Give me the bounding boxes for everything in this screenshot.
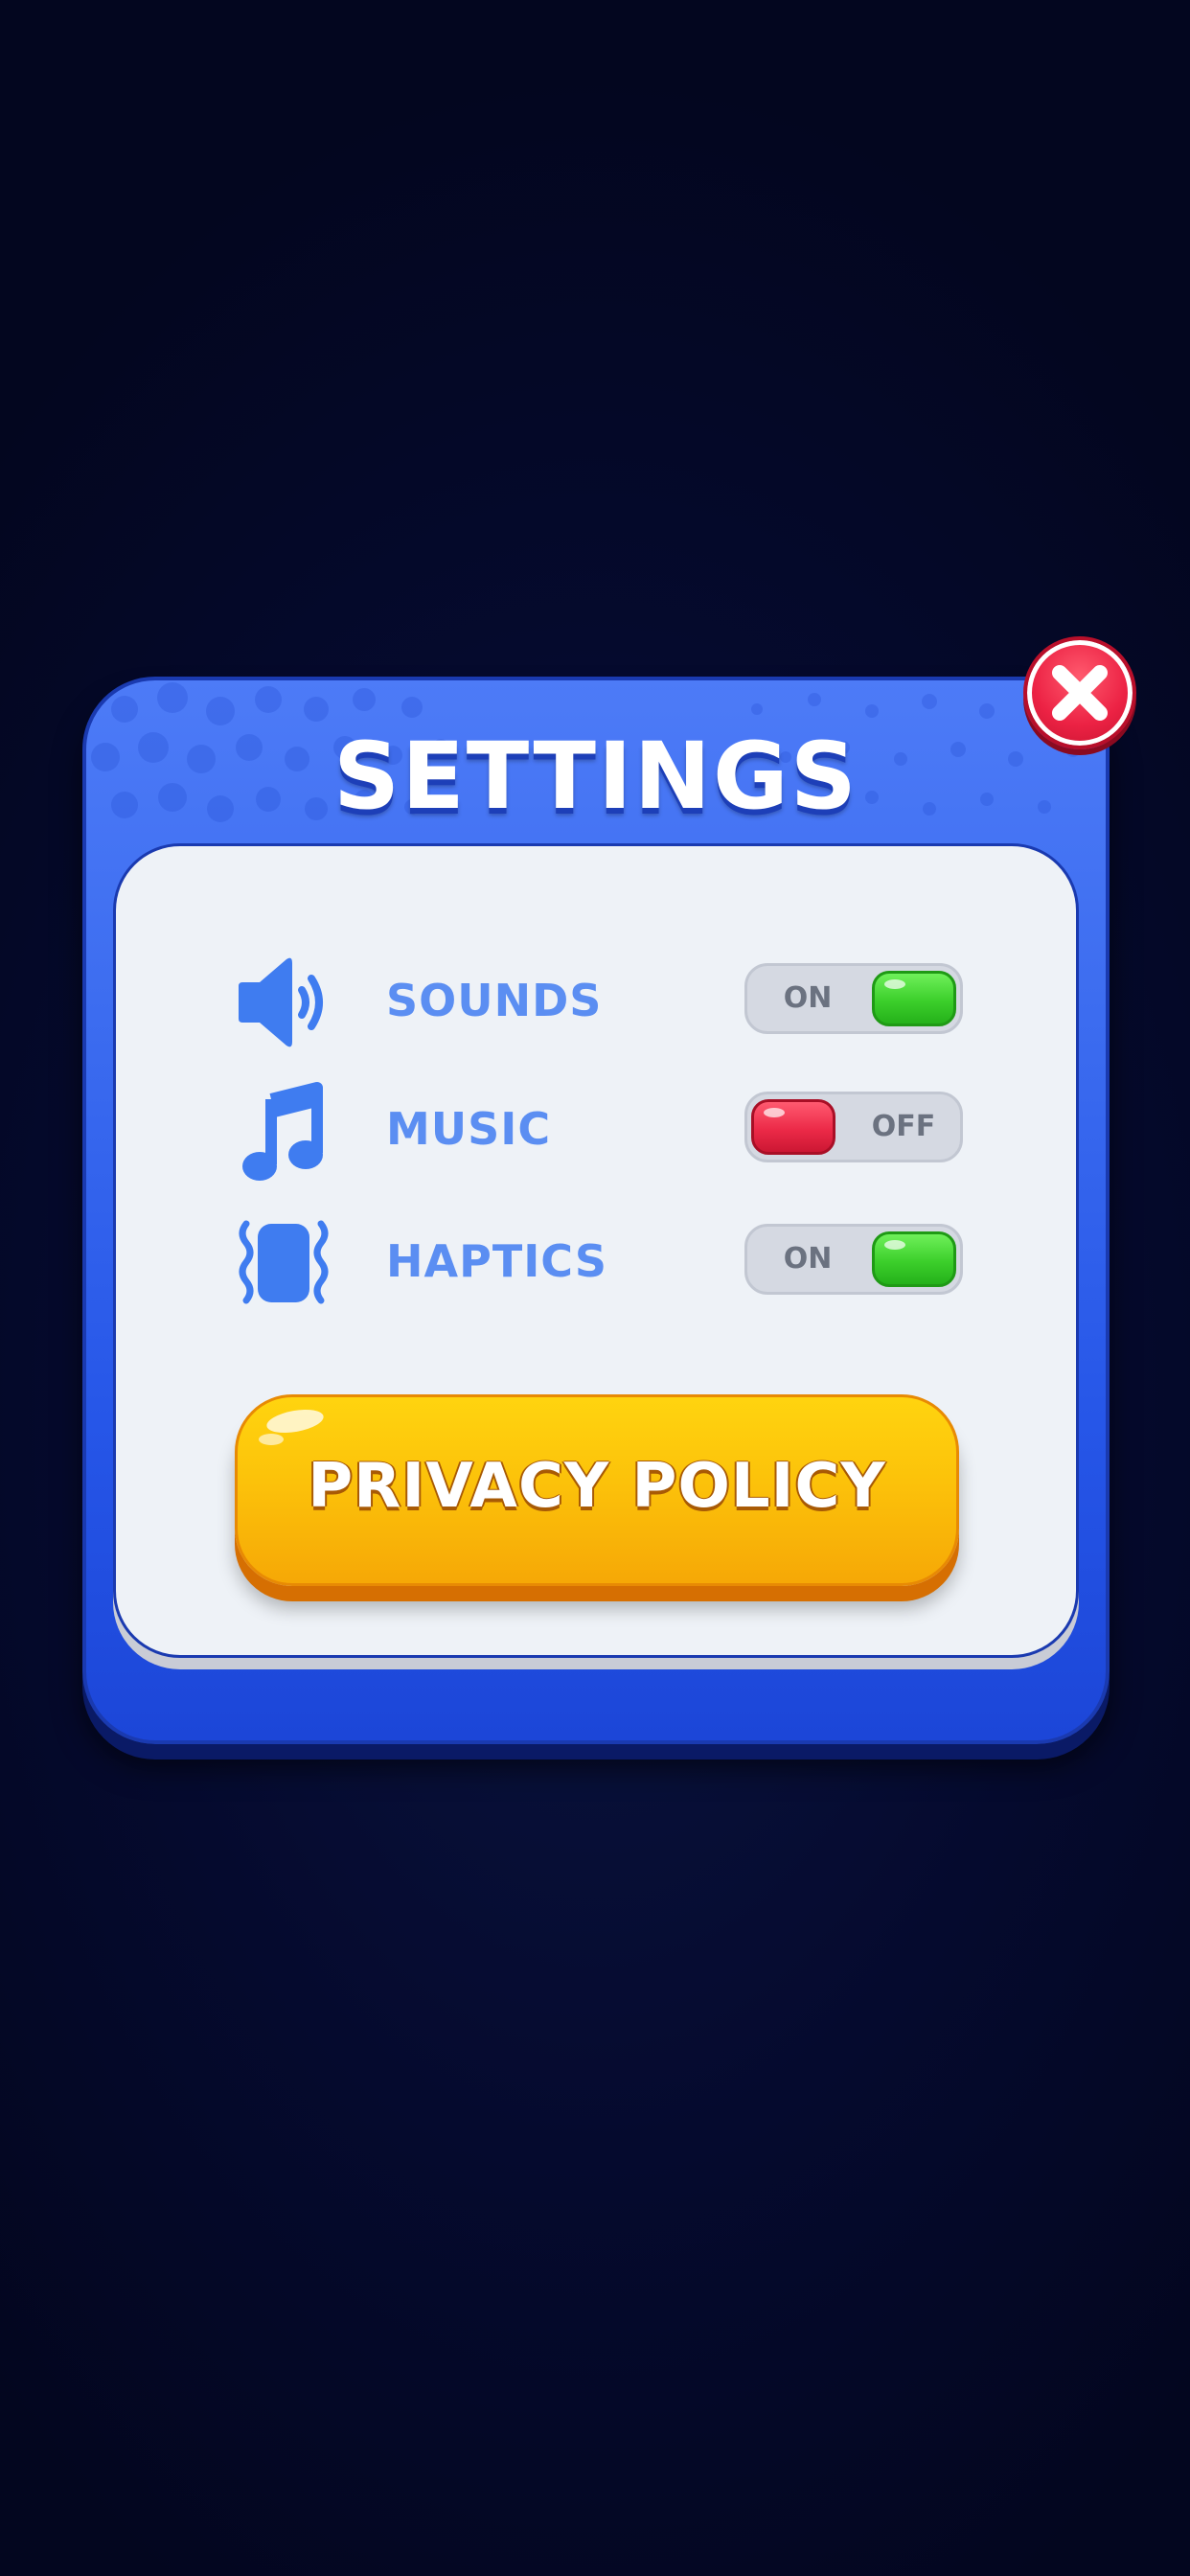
setting-label-sounds: SOUNDS: [386, 975, 603, 1026]
privacy-policy-label: PRIVACY POLICY: [308, 1451, 886, 1522]
button-shine: [259, 1434, 284, 1445]
setting-row-sounds: SOUNDS ON: [116, 950, 1076, 1055]
dialog-title: SETTINGS: [333, 723, 858, 830]
setting-row-music: MUSIC OFF: [116, 1078, 1076, 1184]
sounds-toggle[interactable]: ON: [744, 963, 963, 1034]
vibration-icon: [231, 1210, 336, 1316]
button-shine: [264, 1405, 326, 1438]
toggle-knob: [872, 1231, 956, 1287]
toggle-knob: [751, 1099, 835, 1155]
toggle-state-text: OFF: [871, 1110, 936, 1143]
speaker-icon: [231, 950, 336, 1055]
close-button[interactable]: [1023, 636, 1136, 749]
toggle-state-text: ON: [783, 1242, 833, 1276]
toggle-knob: [872, 971, 956, 1026]
settings-panel: SOUNDS ON MUSIC OFF HAPTICS ON PRIVACY P…: [113, 843, 1079, 1658]
setting-label-haptics: HAPTICS: [386, 1235, 608, 1287]
setting-label-music: MUSIC: [386, 1103, 552, 1155]
haptics-toggle[interactable]: ON: [744, 1224, 963, 1295]
toggle-state-text: ON: [783, 981, 833, 1015]
close-icon: [1052, 665, 1108, 721]
music-note-icon: [231, 1078, 336, 1184]
privacy-policy-button[interactable]: PRIVACY POLICY: [235, 1394, 959, 1586]
music-toggle[interactable]: OFF: [744, 1092, 963, 1162]
setting-row-haptics: HAPTICS ON: [116, 1210, 1076, 1316]
settings-dialog: SETTINGS SOUNDS ON MUSIC OFF HAPTICS ON …: [82, 677, 1110, 1744]
